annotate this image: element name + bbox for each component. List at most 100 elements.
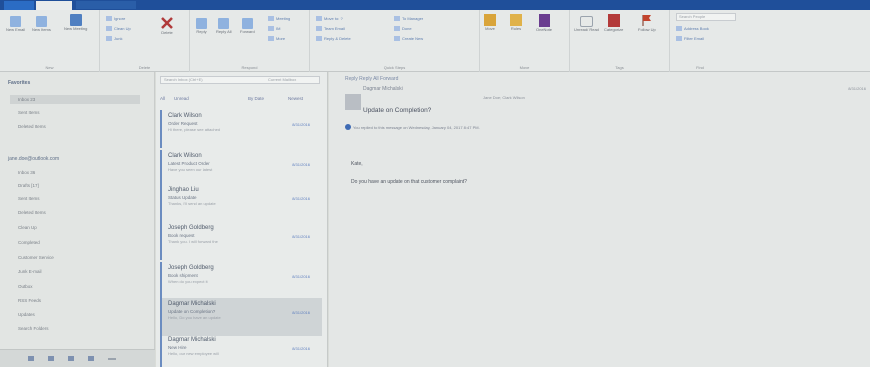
reply-actions[interactable]: Reply Reply All Forward	[345, 76, 398, 82]
favorite-inbox[interactable]: Inbox 23	[18, 97, 35, 102]
quick-step-done[interactable]: Done	[394, 24, 412, 32]
quick-step-to-manager[interactable]: To Manager	[394, 14, 423, 22]
reply-button[interactable]: Reply	[196, 18, 207, 34]
list-item[interactable]: Joseph Goldberg Book shipment When do yo…	[160, 262, 322, 300]
folder-rss-feeds[interactable]: RSS Feeds	[18, 298, 41, 303]
sort-order[interactable]: Newest	[288, 96, 303, 101]
folder-pane: Favorites Inbox 23 Sent Items Deleted It…	[0, 72, 155, 367]
quick-step-icon	[394, 15, 400, 21]
mail-icon[interactable]	[28, 356, 34, 361]
follow-up-button[interactable]: Follow Up	[638, 14, 656, 32]
folder-updates[interactable]: Updates	[18, 312, 35, 317]
sort-by-date[interactable]: By Date	[248, 96, 264, 101]
envelope-icon	[579, 16, 593, 27]
ribbon-group-tags: Unread/ Read Categorize Follow Up Tags	[570, 10, 670, 72]
folder-junk-email[interactable]: Junk E-mail	[18, 269, 42, 274]
new-meeting-button[interactable]: New Meeting	[64, 14, 87, 31]
message-body-greeting: Kate,	[351, 161, 363, 167]
filter-email-button[interactable]: Filter Email	[676, 34, 704, 42]
rules-icon	[510, 14, 522, 26]
folder-search-folders[interactable]: Search Folders	[18, 326, 49, 331]
tasks-icon[interactable]	[88, 356, 94, 361]
folder-drafts[interactable]: Drafts [17]	[18, 183, 39, 188]
folder-inbox[interactable]: Inbox 36	[18, 170, 35, 175]
ribbon-group-quick-steps: Move to: ? Team Email Reply & Delete To …	[310, 10, 480, 72]
folder-clean-up[interactable]: Clean Up	[18, 225, 37, 230]
favorite-sent-items[interactable]: Sent Items	[18, 110, 40, 115]
filter-all[interactable]: All	[160, 96, 165, 101]
quick-step-reply-delete[interactable]: Reply & Delete	[316, 34, 351, 42]
ribbon-group-new: New Email New Items New Meeting New	[0, 10, 100, 72]
clean-up-icon	[106, 25, 112, 31]
more-options-icon[interactable]	[108, 357, 116, 360]
folder-completed[interactable]: Completed	[18, 240, 40, 245]
im-icon	[268, 25, 274, 31]
move-button[interactable]: Move	[484, 14, 496, 31]
quick-step-team-email[interactable]: Team Email	[316, 24, 345, 32]
ribbon-tab-strip	[0, 0, 870, 10]
message-subject: Update on Completion?	[363, 107, 432, 114]
ribbon-group-find: Search People Address Book Filter Email …	[670, 10, 870, 72]
quick-step-move-to[interactable]: Move to: ?	[316, 14, 343, 22]
filter-unread[interactable]: Unread	[174, 96, 189, 101]
categorize-icon	[607, 14, 620, 27]
more-icon	[268, 35, 274, 41]
favorites-header[interactable]: Favorites	[8, 80, 30, 86]
list-item-selected[interactable]: Dagmar Michalski Update on Completion? H…	[160, 298, 322, 336]
reply-all-button[interactable]: Reply All	[216, 18, 232, 34]
clean-up-button[interactable]: Clean Up	[106, 24, 131, 32]
tab-home[interactable]	[36, 1, 72, 10]
favorite-deleted-items[interactable]: Deleted Items	[18, 124, 46, 129]
reply-all-icon	[218, 18, 230, 29]
delete-x-icon	[161, 17, 173, 29]
folder-deleted-items[interactable]: Deleted Items	[18, 210, 46, 215]
meeting-button[interactable]: Meeting	[268, 14, 290, 22]
folder-customer-service[interactable]: Customer Service	[18, 255, 54, 260]
sender-name[interactable]: Dagmar Michalski	[363, 86, 403, 92]
avatar	[345, 94, 361, 110]
onenote-button[interactable]: OneNote	[536, 14, 552, 32]
recipients[interactable]: Jane Doe; Clark Wilson	[483, 95, 525, 100]
tab-send-receive[interactable]	[76, 1, 136, 9]
quick-step-create-new[interactable]: Create New	[394, 34, 423, 42]
junk-icon	[106, 35, 112, 41]
message-body-text: Do you have an update on that customer c…	[351, 179, 467, 185]
rules-button[interactable]: Rules	[510, 14, 522, 31]
list-item[interactable]: Clark Wilson Latest Product Order Have y…	[160, 150, 322, 188]
list-item[interactable]: Joseph Goldberg Book request Thank you. …	[160, 222, 322, 260]
info-icon	[345, 124, 351, 130]
reply-icon	[196, 18, 207, 29]
quick-step-icon	[316, 15, 322, 21]
folder-outbox[interactable]: Outbox	[18, 284, 33, 289]
junk-button[interactable]: Junk	[106, 34, 122, 42]
list-item[interactable]: Dagmar Michalski New Hire Hello, our new…	[160, 334, 322, 367]
new-items-button[interactable]: New Items	[32, 16, 51, 32]
quick-step-icon	[316, 25, 322, 31]
current-mailbox-dropdown[interactable]: Current Mailbox	[268, 77, 296, 82]
categorize-button[interactable]: Categorize	[604, 14, 623, 32]
forward-button[interactable]: Forward	[240, 18, 255, 34]
meeting-icon	[268, 15, 274, 21]
address-book-button[interactable]: Address Book	[676, 24, 709, 32]
people-icon[interactable]	[68, 356, 74, 361]
unread-read-button[interactable]: Unread/ Read	[574, 16, 599, 32]
list-item[interactable]: Clark Wilson Order Request Hi there, ple…	[160, 110, 322, 148]
message-date: 8/31/2016	[848, 86, 866, 91]
account-header[interactable]: jane.doe@outlook.com	[8, 156, 59, 162]
delete-button[interactable]: Delete	[160, 16, 174, 35]
flag-icon	[642, 15, 651, 26]
more-button[interactable]: More	[268, 34, 285, 42]
address-book-icon	[676, 25, 682, 31]
reply-info-bar[interactable]: You replied to this message on Wednesday…	[353, 125, 480, 130]
ignore-icon	[106, 15, 112, 21]
im-button[interactable]: IM	[268, 24, 280, 32]
message-list: Search Inbox (Ctrl+E) Current Mailbox Al…	[156, 72, 328, 367]
ignore-button[interactable]: Ignore	[106, 14, 125, 22]
folder-sent-items[interactable]: Sent Items	[18, 196, 40, 201]
calendar-icon[interactable]	[48, 356, 54, 361]
search-people-input[interactable]: Search People	[676, 13, 736, 21]
list-item[interactable]: Jinghao Liu Status Update Thanks, I'll s…	[160, 184, 322, 222]
new-email-button[interactable]: New Email	[6, 16, 25, 32]
tab-file[interactable]	[4, 1, 34, 10]
navigation-bar	[0, 349, 155, 367]
